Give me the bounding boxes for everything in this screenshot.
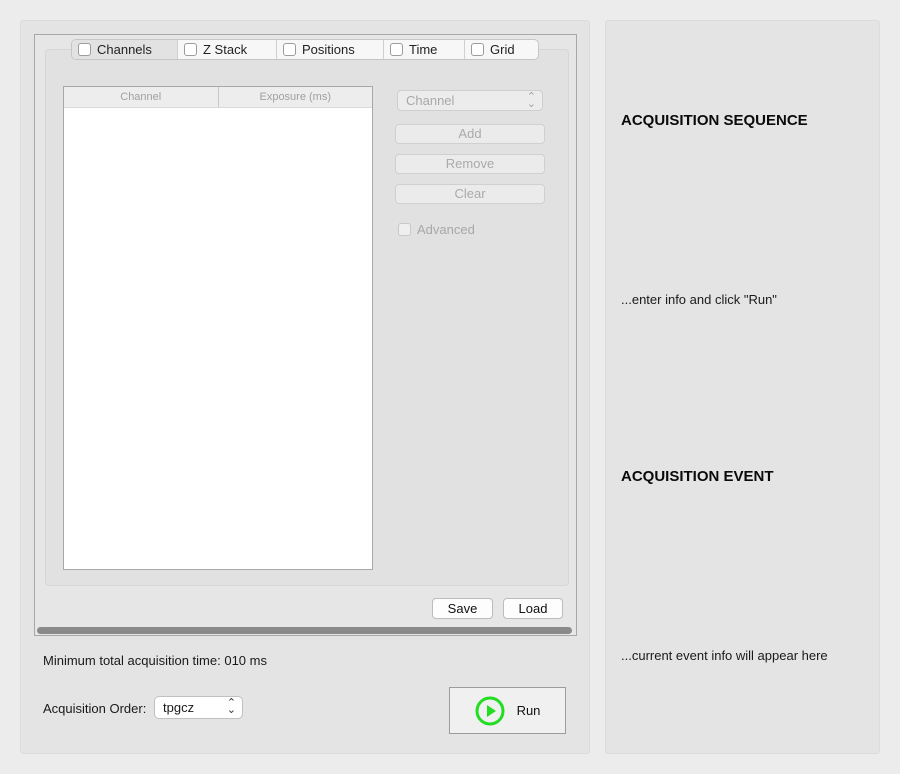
horizontal-scrollbar[interactable] <box>37 627 572 634</box>
tab-label: Grid <box>490 42 515 57</box>
grid-enable-checkbox[interactable] <box>471 43 484 56</box>
channel-select-value: Channel <box>406 93 455 108</box>
tab-time[interactable]: Time <box>384 40 465 59</box>
advanced-checkbox[interactable] <box>398 223 411 236</box>
tab-label: Time <box>409 42 438 57</box>
acquisition-order-label: Acquisition Order: <box>43 701 147 716</box>
clear-channels-button[interactable]: Clear <box>395 184 545 204</box>
load-button[interactable]: Load <box>503 598 563 619</box>
acquisition-sequence-heading: ACQUISITION SEQUENCE <box>621 112 808 129</box>
tab-channels[interactable]: Channels <box>72 40 178 59</box>
updown-chevron-icon: ⌃ ⌄ <box>226 697 236 716</box>
acquisition-order-value: tpgcz <box>163 700 195 715</box>
acquisition-settings-panel: Channels Z Stack Positions Time Grid Cha… <box>20 20 590 754</box>
advanced-label: Advanced <box>417 222 475 237</box>
acquisition-event-heading: ACQUISITION EVENT <box>621 468 774 485</box>
advanced-option[interactable]: Advanced <box>398 222 475 237</box>
tab-label: Positions <box>302 42 355 57</box>
channel-table[interactable]: Channel Exposure (ms) <box>63 86 373 570</box>
min-acquisition-time: Minimum total acquisition time: 010 ms <box>43 653 267 668</box>
positions-enable-checkbox[interactable] <box>283 43 296 56</box>
add-channel-button[interactable]: Add <box>395 124 545 144</box>
acquisition-event-info: ...current event info will appear here <box>621 648 828 663</box>
time-enable-checkbox[interactable] <box>390 43 403 56</box>
save-button[interactable]: Save <box>432 598 493 619</box>
play-circle-icon <box>475 696 505 725</box>
tab-bar: Channels Z Stack Positions Time Grid <box>71 39 539 60</box>
tab-label: Channels <box>97 42 152 57</box>
column-header-exposure[interactable]: Exposure (ms) <box>217 87 373 107</box>
column-header-channel[interactable]: Channel <box>64 87 218 107</box>
channels-enable-checkbox[interactable] <box>78 43 91 56</box>
acquisition-sequence-info: ...enter info and click "Run" <box>621 292 777 307</box>
acquisition-order-select[interactable]: tpgcz ⌃ ⌄ <box>154 696 243 719</box>
run-label: Run <box>516 703 541 718</box>
tab-z-stack[interactable]: Z Stack <box>178 40 277 59</box>
tab-positions[interactable]: Positions <box>277 40 384 59</box>
acquisition-info-panel: ACQUISITION SEQUENCE ...enter info and c… <box>605 20 880 754</box>
updown-chevron-icon: ⌃ ⌄ <box>526 91 536 110</box>
tab-label: Z Stack <box>203 42 248 57</box>
tab-frame: Channels Z Stack Positions Time Grid Cha… <box>34 34 577 636</box>
tab-grid[interactable]: Grid <box>465 40 538 59</box>
channel-group-select[interactable]: Channel ⌃ ⌄ <box>397 90 543 111</box>
remove-channel-button[interactable]: Remove <box>395 154 545 174</box>
table-header: Channel Exposure (ms) <box>64 87 372 108</box>
z-stack-enable-checkbox[interactable] <box>184 43 197 56</box>
run-button[interactable]: Run <box>449 687 566 734</box>
channels-tab-content: Channel Exposure (ms) Channel ⌃ ⌄ Add Rem… <box>45 49 569 586</box>
